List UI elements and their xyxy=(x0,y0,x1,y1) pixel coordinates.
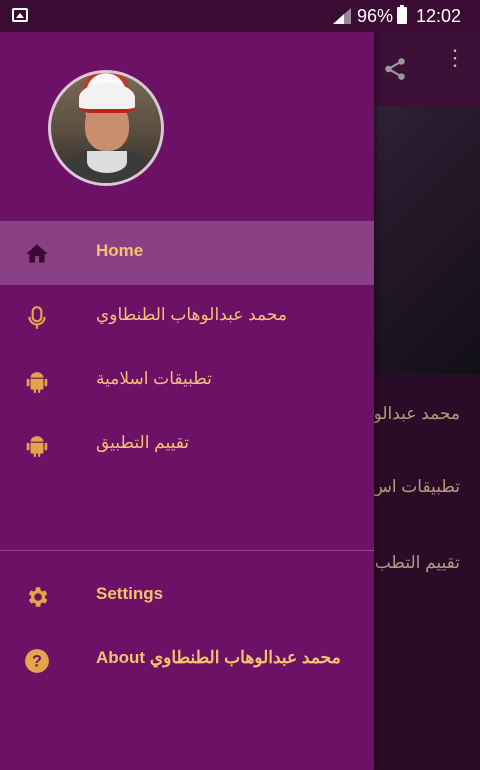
drawer-item-label: تطبيقات اسلامية xyxy=(96,369,212,388)
drawer-item-rate-app[interactable]: تقييم التطبيق xyxy=(0,413,374,477)
gallery-notification-icon xyxy=(12,8,28,22)
battery-icon xyxy=(397,5,407,24)
share-icon[interactable] xyxy=(382,56,408,82)
drawer-item-label: Home xyxy=(96,241,144,260)
navigation-drawer: Home محمد عبدالوهاب الطنطاوي تطبيقات اسل… xyxy=(0,32,374,770)
status-bar: 96% 12:02 xyxy=(0,0,480,32)
drawer-item-label: محمد عبدالوهاب الطنطاوي xyxy=(96,305,287,324)
home-icon xyxy=(26,244,48,263)
battery-percent: 96% xyxy=(357,6,394,26)
mic-icon xyxy=(28,306,46,329)
overflow-menu-icon[interactable]: ⋮ xyxy=(444,47,466,69)
list-item[interactable]: تقييم التطب xyxy=(375,553,460,573)
drawer-item-label: تقييم التطبيق xyxy=(96,433,190,452)
drawer-item-reciter[interactable]: محمد عبدالوهاب الطنطاوي xyxy=(0,285,374,349)
drawer-item-label: Settings xyxy=(96,584,164,603)
drawer-divider xyxy=(0,550,374,551)
drawer-item-settings[interactable]: Settings xyxy=(0,564,374,628)
drawer-item-about[interactable]: ? About محمد عبدالوهاب الطنطاوي xyxy=(0,628,374,692)
drawer-item-islamic-apps[interactable]: تطبيقات اسلامية xyxy=(0,349,374,413)
avatar xyxy=(48,70,164,186)
svg-text:?: ? xyxy=(32,652,42,670)
signal-icon xyxy=(333,8,351,24)
android-icon xyxy=(26,372,48,393)
android-icon xyxy=(26,436,48,457)
list-item[interactable]: تطبيقات اس xyxy=(371,477,460,497)
list-item[interactable]: محمد عبدالو xyxy=(374,404,460,424)
clock: 12:02 xyxy=(416,6,462,26)
help-icon: ? xyxy=(25,649,49,673)
gear-icon xyxy=(28,587,48,607)
drawer-item-label: About محمد عبدالوهاب الطنطاوي xyxy=(96,648,341,667)
drawer-item-home[interactable]: Home xyxy=(0,221,374,285)
